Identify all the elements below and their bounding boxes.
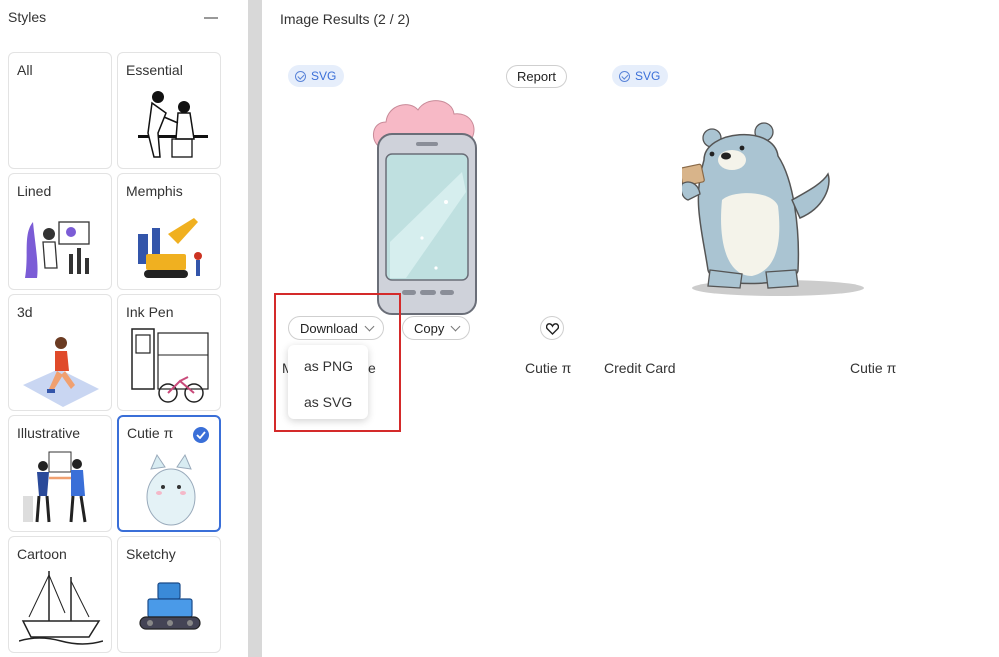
style-card-sketchy[interactable]: Sketchy <box>117 536 221 653</box>
style-card-all[interactable]: All <box>8 52 112 169</box>
style-card-cutie-pi[interactable]: Cutie π <box>117 415 221 532</box>
style-label: Ink Pen <box>126 304 174 320</box>
3d-illustration <box>23 337 99 407</box>
result-name: Credit Card <box>604 360 676 376</box>
style-label: All <box>17 62 33 78</box>
svg-badge: SVG <box>612 65 669 87</box>
style-label: Cartoon <box>17 546 67 562</box>
phone-with-cloud <box>373 100 477 315</box>
cutie-pi-illustration <box>146 453 196 526</box>
chevron-down-icon <box>450 321 461 331</box>
result-card[interactable]: SVG Credit Card Cutie π <box>602 60 902 390</box>
sidebar-title: Styles <box>8 9 47 25</box>
report-label: Report <box>517 69 557 84</box>
style-label: Essential <box>126 62 183 78</box>
copy-label: Copy <box>414 320 445 336</box>
check-circle-icon <box>295 70 306 82</box>
style-label: Sketchy <box>126 546 176 562</box>
sketchy-illustration <box>139 582 201 630</box>
ink-pen-illustration <box>131 328 209 403</box>
results-panel: Image Results (2 / 2) SVG Report Downloa… <box>262 0 999 657</box>
results-title: Image Results (2 / 2) <box>280 11 410 27</box>
style-card-ink-pen[interactable]: Ink Pen <box>117 294 221 411</box>
badge-label: SVG <box>635 69 661 83</box>
style-label: Illustrative <box>17 425 81 441</box>
heart-icon <box>546 323 559 335</box>
style-card-cartoon[interactable]: Cartoon <box>8 536 112 653</box>
lined-illustration <box>25 221 90 278</box>
favorite-button[interactable] <box>540 316 564 340</box>
style-card-essential[interactable]: Essential <box>117 52 221 169</box>
style-card-illustrative[interactable]: Illustrative <box>8 415 112 532</box>
style-label: Lined <box>17 183 52 199</box>
memphis-illustration <box>138 218 202 278</box>
style-label: Memphis <box>126 183 183 199</box>
essential-illustration <box>138 91 208 158</box>
style-card-3d[interactable]: 3d <box>8 294 112 411</box>
style-card-memphis[interactable]: Memphis <box>117 173 221 290</box>
illustrative-illustration <box>23 451 87 523</box>
highlight-box <box>274 293 401 432</box>
svg-badge: SVG <box>288 65 345 87</box>
polar-bear-holding-card <box>682 122 864 296</box>
check-circle-icon <box>619 70 630 82</box>
check-icon <box>193 427 209 443</box>
report-button[interactable]: Report <box>506 65 568 88</box>
copy-button[interactable]: Copy <box>402 316 471 340</box>
style-card-lined[interactable]: Lined <box>8 173 112 290</box>
styles-sidebar: Styles All Essential Lined Memphis 3d In… <box>0 0 248 657</box>
style-label: Cutie π <box>127 425 174 441</box>
result-style: Cutie π <box>525 360 572 376</box>
style-label: 3d <box>17 304 33 320</box>
cartoon-illustration <box>19 571 103 645</box>
badge-label: SVG <box>311 69 337 83</box>
minus-icon[interactable] <box>204 17 218 19</box>
panel-divider[interactable] <box>248 0 262 657</box>
result-style: Cutie π <box>850 360 897 376</box>
